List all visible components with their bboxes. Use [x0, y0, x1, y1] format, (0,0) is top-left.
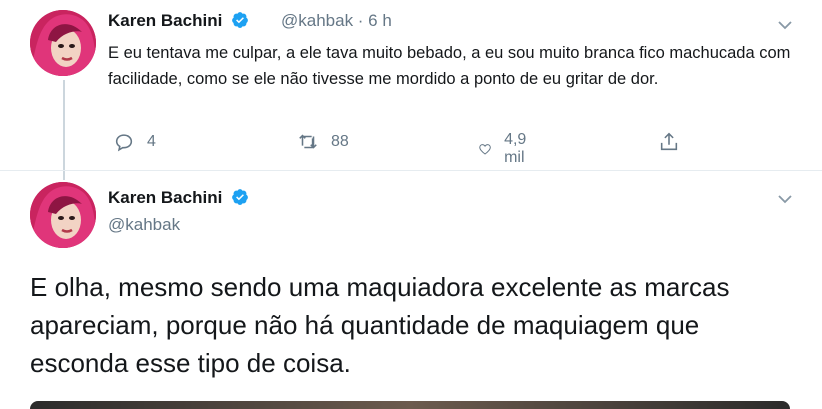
avatar[interactable] — [30, 182, 96, 248]
reply-count: 4 — [147, 133, 156, 150]
like-button[interactable]: 4,9 mil — [478, 131, 534, 167]
tweet-text-large: E olha, mesmo sendo uma maquiadora excel… — [30, 272, 730, 378]
tweet-text: E eu tentava me culpar, a ele tava muito… — [108, 44, 791, 88]
retweet-count: 88 — [331, 133, 349, 150]
display-name[interactable]: Karen Bachini — [108, 11, 249, 31]
share-icon — [660, 132, 678, 151]
display-name-text: Karen Bachini — [108, 11, 223, 30]
display-name[interactable]: Karen Bachini — [108, 188, 249, 208]
retweet-icon — [299, 134, 317, 149]
verified-badge-icon — [232, 12, 248, 28]
chevron-down-icon[interactable] — [777, 17, 793, 33]
reply-icon — [115, 134, 133, 152]
like-count: 4,9 mil — [504, 131, 527, 166]
verified-badge-icon — [232, 189, 248, 205]
media-preview[interactable] — [30, 401, 790, 409]
display-name-text: Karen Bachini — [108, 188, 223, 207]
share-button[interactable] — [658, 131, 680, 153]
tweet-1: Karen Bachini @kahbak · 6 h E eu tentava… — [0, 0, 822, 180]
handle-and-time[interactable]: @kahbak · 6 h — [281, 11, 392, 31]
chevron-down-icon[interactable] — [777, 191, 793, 207]
avatar[interactable] — [30, 10, 96, 76]
reply-button[interactable]: 4 — [113, 131, 156, 153]
retweet-button[interactable]: 88 — [297, 131, 349, 153]
like-icon — [479, 144, 491, 155]
thread-line — [63, 80, 65, 180]
handle[interactable]: @kahbak — [108, 215, 180, 235]
